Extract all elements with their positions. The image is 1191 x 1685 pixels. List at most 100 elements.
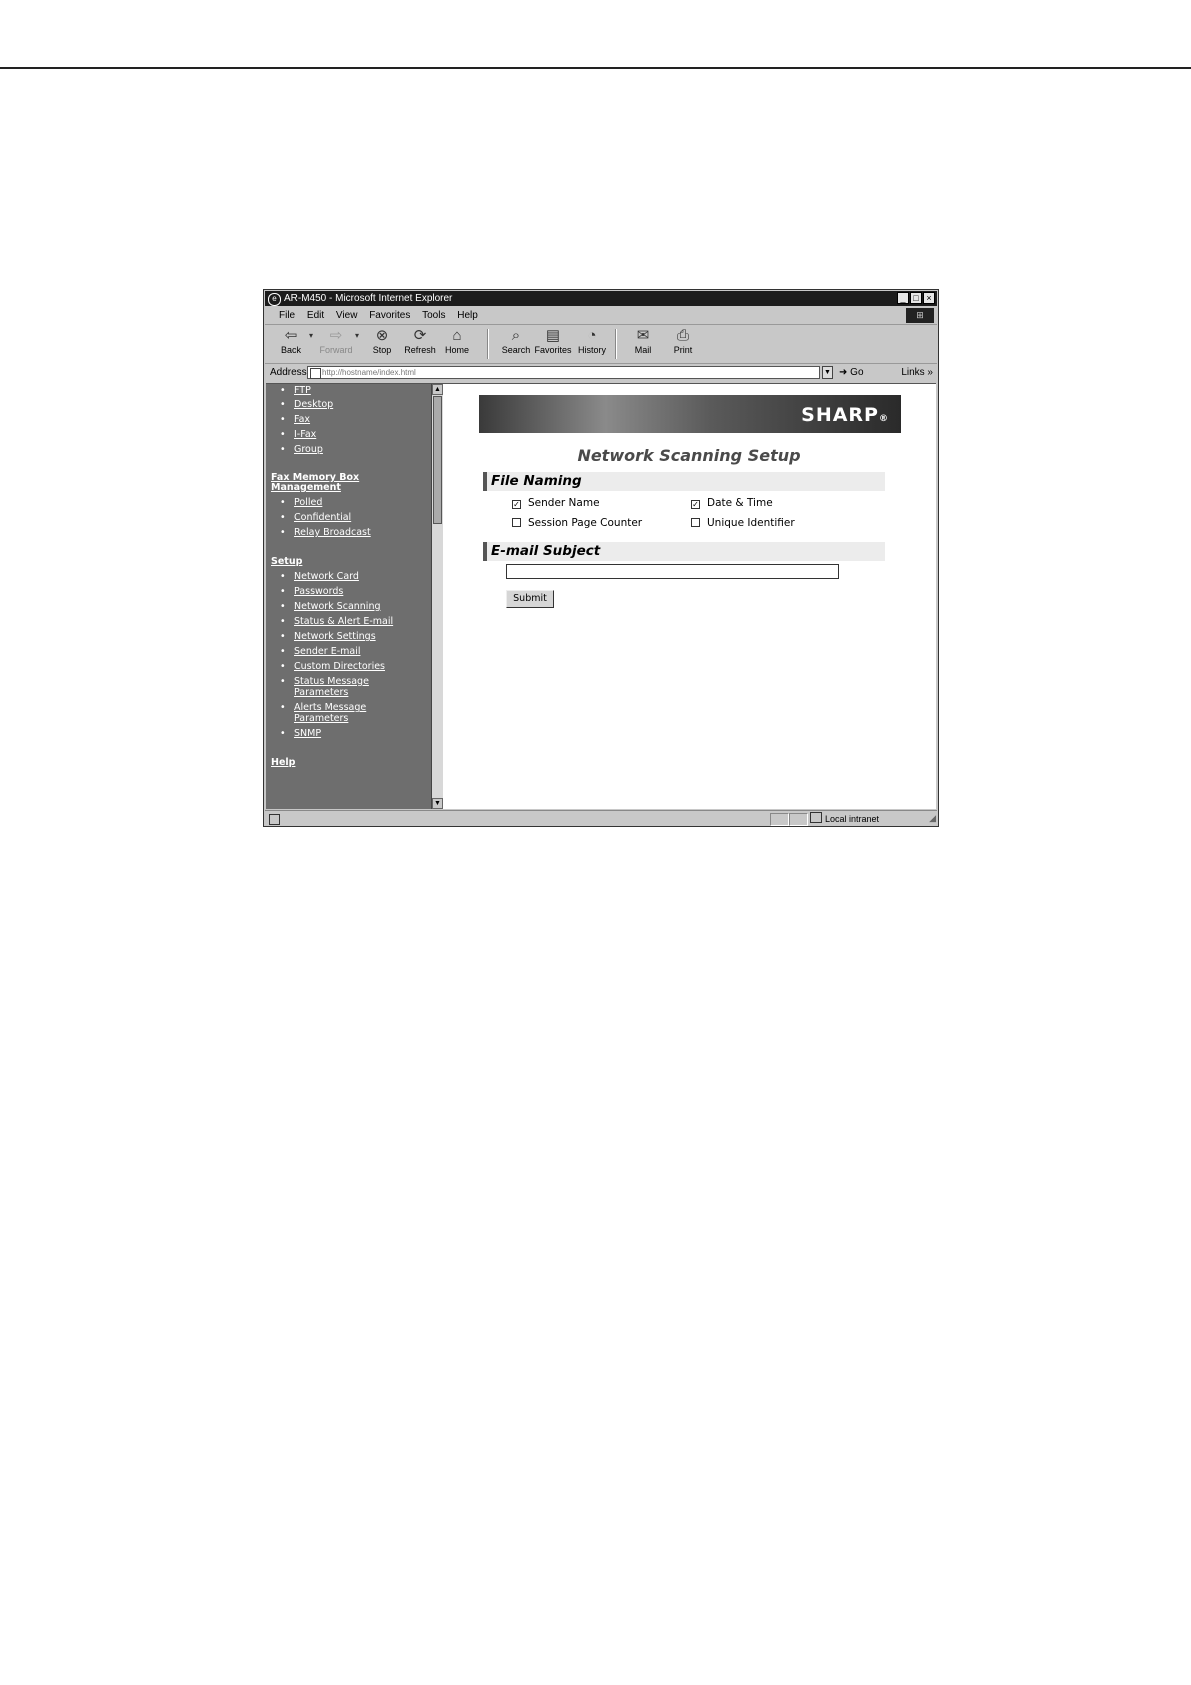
unique-identifier-option[interactable]: Unique Identifier <box>691 517 795 529</box>
list-item: • Desktop <box>266 399 431 410</box>
sender-name-checkbox[interactable]: ✓ <box>512 500 521 509</box>
printer-icon: ⎙ <box>676 327 689 344</box>
menu-view[interactable]: View <box>336 310 358 321</box>
nav-link-passwords[interactable]: Passwords <box>294 586 343 597</box>
address-label: Address <box>270 367 307 378</box>
nav-link-snmp[interactable]: SNMP <box>294 728 321 739</box>
bullet: • <box>280 616 286 627</box>
history-icon: ◔ <box>587 327 597 344</box>
nav-link-network-card[interactable]: Network Card <box>294 571 359 582</box>
window-controls: _ □ × <box>897 292 935 304</box>
bullet: • <box>280 661 286 672</box>
nav-link-confidential[interactable]: Confidential <box>294 512 351 523</box>
nav-sidebar: • FTP • Desktop • Fax • I-Fax • Group Fax Mem… <box>266 384 431 809</box>
menu-tools[interactable]: Tools <box>422 310 445 321</box>
minimize-button[interactable]: _ <box>897 292 909 304</box>
nav-link-network-scanning[interactable]: Network Scanning <box>294 601 381 612</box>
print-button[interactable]: ⎙ Print <box>662 327 704 355</box>
session-page-counter-option[interactable]: Session Page Counter <box>512 517 642 529</box>
list-item: • Confidential <box>266 512 431 523</box>
nav-heading-help[interactable]: Help <box>266 758 431 768</box>
list-item: • Relay Broadcast <box>266 527 431 538</box>
history-button[interactable]: ◔ History <box>571 327 613 355</box>
address-input[interactable]: http://hostname/index.html <box>307 366 820 379</box>
refresh-button[interactable]: ⟳ Refresh <box>399 327 441 355</box>
forward-button[interactable]: ⇨ Forward <box>315 327 357 355</box>
go-arrow-icon: ➜ <box>839 367 848 378</box>
favorites-folder-icon: ▤ <box>545 327 561 344</box>
menu-edit[interactable]: Edit <box>307 310 324 321</box>
nav-link-custom-directories[interactable]: Custom Directories <box>294 661 385 672</box>
bullet: • <box>280 586 286 597</box>
nav-fax-memory-list: • Polled • Confidential • Relay Broadcast <box>266 497 431 538</box>
search-icon: ⌕ <box>511 327 521 344</box>
nav-link-group[interactable]: Group <box>294 444 323 455</box>
maximize-button[interactable]: □ <box>910 292 922 304</box>
bullet: • <box>280 728 286 739</box>
menu-bar: File Edit View Favorites Tools Help ⊞ <box>265 307 937 325</box>
nav-heading-setup[interactable]: Setup <box>266 557 431 567</box>
list-item: • Network Settings <box>266 631 431 642</box>
nav-link-ftp[interactable]: FTP <box>294 385 311 396</box>
date-time-checkbox[interactable]: ✓ <box>691 500 700 509</box>
nav-link-relay-broadcast[interactable]: Relay Broadcast <box>294 527 371 538</box>
email-subject-heading: E-mail Subject <box>483 542 885 561</box>
list-item: • Passwords <box>266 586 431 597</box>
date-time-option[interactable]: ✓ Date & Time <box>691 497 773 509</box>
sharp-banner: SHARP® <box>479 395 901 433</box>
scroll-up-arrow-icon[interactable]: ▲ <box>432 384 443 395</box>
mail-button[interactable]: ✉ Mail <box>622 327 664 355</box>
submit-button[interactable]: Submit <box>506 590 554 608</box>
scroll-down-arrow-icon[interactable]: ▼ <box>432 798 443 809</box>
list-item: • Fax <box>266 414 431 425</box>
nav-link-alerts-message-parameters[interactable]: Alerts Message Parameters <box>294 702 366 724</box>
nav-link-network-settings[interactable]: Network Settings <box>294 631 376 642</box>
nav-heading-fax-memory[interactable]: Fax Memory Box Management <box>266 473 431 493</box>
email-subject-input[interactable] <box>506 564 839 579</box>
unique-identifier-checkbox[interactable] <box>691 518 700 527</box>
go-button[interactable]: ➜ Go <box>839 364 864 382</box>
forward-arrow-icon: ⇨ <box>329 327 343 344</box>
address-dropdown[interactable]: ▼ <box>822 366 833 379</box>
list-item: • Polled <box>266 497 431 508</box>
nav-link-sender-email[interactable]: Sender E-mail <box>294 646 360 657</box>
search-button[interactable]: ⌕ Search <box>495 327 537 355</box>
toolbar-separator <box>615 329 617 359</box>
page-top-rule <box>0 67 1191 69</box>
status-panel <box>770 813 789 826</box>
nav-link-desktop[interactable]: Desktop <box>294 399 333 410</box>
menu-file[interactable]: File <box>279 310 295 321</box>
favorites-button[interactable]: ▤ Favorites <box>532 327 574 355</box>
bullet: • <box>280 527 286 538</box>
resize-grip-icon[interactable]: ◢ <box>929 810 936 826</box>
bullet: • <box>280 631 286 642</box>
bullet: • <box>280 429 286 440</box>
page-viewport: • FTP • Desktop • Fax • I-Fax • Group Fax Mem… <box>266 383 936 809</box>
sender-name-option[interactable]: ✓ Sender Name <box>512 497 600 509</box>
list-item: • Network Scanning <box>266 601 431 612</box>
list-item: • I-Fax <box>266 429 431 440</box>
nav-link-status-message-parameters[interactable]: Status Message Parameters <box>294 676 369 698</box>
close-button[interactable]: × <box>923 292 935 304</box>
links-button[interactable]: Links » <box>901 364 933 382</box>
nav-scrollbar[interactable]: ▲ ▼ <box>431 384 443 809</box>
scroll-thumb[interactable] <box>433 396 442 524</box>
home-button[interactable]: ⌂ Home <box>436 327 478 355</box>
nav-link-i-fax[interactable]: I-Fax <box>294 429 316 440</box>
bullet: • <box>280 571 286 582</box>
main-content: SHARP® Network Scanning Setup File Namin… <box>443 384 936 809</box>
stop-icon: ⊗ <box>375 327 389 344</box>
stop-button[interactable]: ⊗ Stop <box>361 327 403 355</box>
bullet: • <box>280 444 286 455</box>
nav-link-fax[interactable]: Fax <box>294 414 310 425</box>
page-icon <box>310 368 321 379</box>
page-title: Network Scanning Setup <box>577 446 801 465</box>
session-page-counter-checkbox[interactable] <box>512 518 521 527</box>
browser-window: e AR-M450 - Microsoft Internet Explorer _… <box>263 289 939 827</box>
status-panel <box>789 813 808 826</box>
menu-help[interactable]: Help <box>457 310 478 321</box>
bullet: • <box>280 385 286 396</box>
nav-link-polled[interactable]: Polled <box>294 497 322 508</box>
menu-favorites[interactable]: Favorites <box>369 310 410 321</box>
nav-link-status-alert-email[interactable]: Status & Alert E-mail <box>294 616 393 627</box>
